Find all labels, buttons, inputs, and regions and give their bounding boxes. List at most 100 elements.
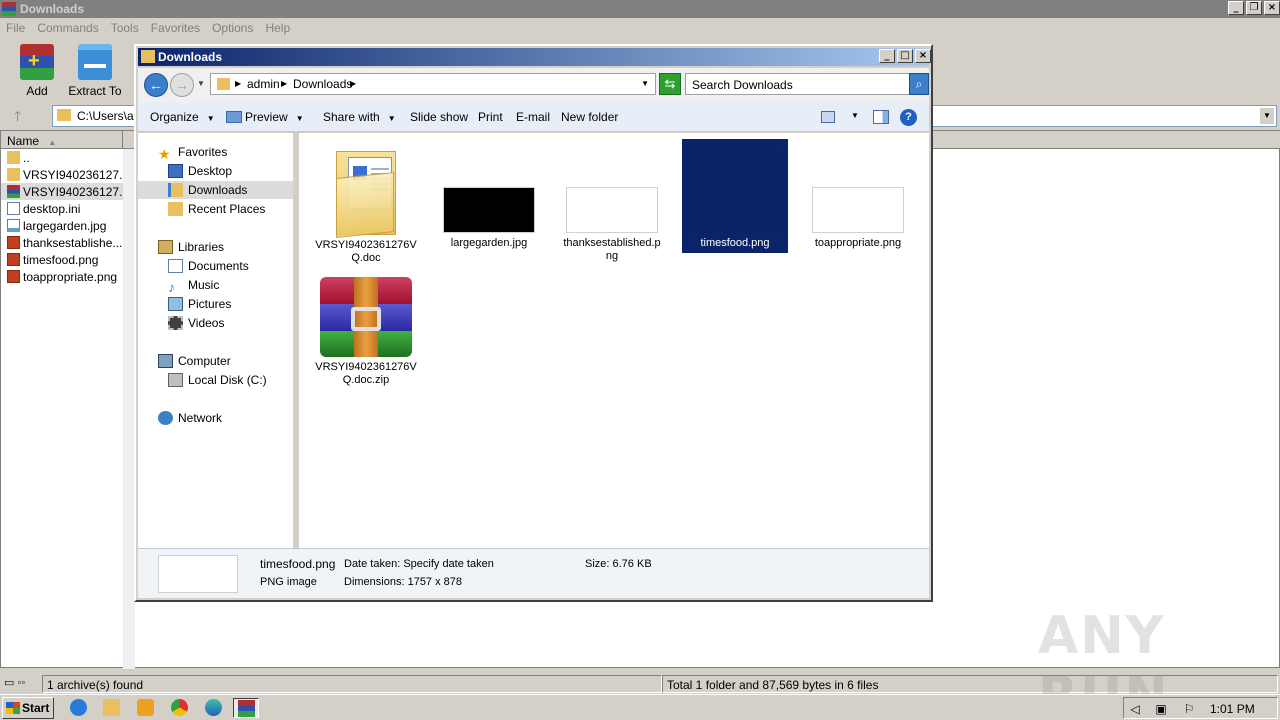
print-button[interactable]: Print (478, 110, 503, 124)
list-item[interactable]: toappropriate.png (1, 268, 123, 285)
nav-pictures[interactable]: Pictures (168, 295, 231, 313)
back-button[interactable]: ← (144, 73, 168, 97)
slide-show-button[interactable]: Slide show (410, 110, 468, 124)
folder-icon (141, 50, 155, 63)
nav-network[interactable]: Network (158, 409, 222, 427)
share-label: Share with (323, 110, 380, 124)
explorer-command-bar: Organize ▼ Preview ▼ Share with ▼ Slide sho… (138, 102, 929, 132)
file-tile[interactable]: VRSYI9402361276VQ.doc.zip (313, 277, 419, 387)
chevron-down-icon[interactable]: ▼ (851, 111, 859, 120)
taskbar-explorer[interactable] (99, 698, 125, 718)
folder-icon (103, 699, 120, 716)
list-item[interactable]: VRSYI940236127... (1, 166, 123, 183)
minimize-button[interactable]: _ (1228, 1, 1244, 15)
image-thumbnail (158, 555, 238, 593)
nav-recent-label: Recent Places (188, 202, 266, 216)
details-date-taken[interactable]: Date taken: Specify date taken (344, 558, 494, 570)
file-tile-selected[interactable]: timesfood.png (682, 139, 788, 253)
taskbar-chrome[interactable] (167, 698, 193, 718)
file-tile[interactable]: toappropriate.png (805, 139, 911, 250)
minimize-button[interactable]: _ (879, 49, 895, 63)
clock[interactable]: 1:01 PM (1210, 702, 1255, 716)
close-button[interactable]: × (915, 49, 931, 63)
nav-local-disk[interactable]: Local Disk (C:) (168, 371, 267, 389)
nav-libraries[interactable]: Libraries (158, 238, 224, 256)
column-name[interactable]: Name ▲ (1, 131, 123, 149)
folder-icon (330, 139, 402, 239)
preview-button[interactable]: Preview ▼ (226, 110, 304, 124)
action-center-flag-icon[interactable]: ⚐ (1182, 702, 1196, 716)
computer-icon (158, 354, 173, 368)
share-with-button[interactable]: Share with ▼ (323, 110, 396, 124)
refresh-button[interactable]: ⇆ (659, 73, 681, 95)
new-folder-button[interactable]: New folder (561, 110, 618, 124)
nav-computer[interactable]: Computer (158, 352, 231, 370)
nav-documents[interactable]: Documents (168, 257, 249, 275)
explorer-title-bar: Downloads _ □ × (138, 48, 931, 66)
email-button[interactable]: E-mail (516, 110, 550, 124)
list-item[interactable]: VRSYI940236127... (1, 183, 123, 200)
chevron-down-icon[interactable]: ▼ (1260, 108, 1274, 124)
image-icon (7, 236, 20, 249)
change-view-icon[interactable] (821, 111, 835, 123)
file-tile[interactable]: thanksestablished.png (559, 139, 665, 263)
speaker-icon[interactable]: ◁ (1128, 702, 1142, 716)
restore-button[interactable]: ❐ (1246, 1, 1262, 15)
maximize-button[interactable]: □ (897, 49, 913, 63)
network-tray-icon[interactable]: ▣ (1154, 702, 1168, 716)
menu-commands[interactable]: Commands (31, 18, 104, 38)
menu-favorites[interactable]: Favorites (145, 18, 206, 38)
file-tile[interactable]: largegarden.jpg (436, 139, 542, 250)
list-item[interactable]: timesfood.png (1, 251, 123, 268)
nav-libraries-label: Libraries (178, 240, 225, 254)
start-button[interactable]: Start (2, 697, 54, 719)
list-item[interactable]: desktop.ini (1, 200, 123, 217)
breadcrumb[interactable]: ▶ admin ▶ Downloads ▶ ▼ (210, 73, 656, 95)
list-item[interactable]: .. (1, 149, 123, 166)
search-icon[interactable]: ⌕ (909, 73, 929, 95)
extract-to-button[interactable]: Extract To (68, 44, 122, 98)
preview-pane-icon[interactable] (873, 110, 889, 124)
nav-recent-places[interactable]: Recent Places (168, 200, 265, 218)
taskbar-edge[interactable] (201, 698, 227, 718)
file-name: timesfood.png (700, 237, 770, 249)
search-input[interactable]: Search Downloads (685, 73, 910, 95)
chevron-right-icon[interactable]: ▶ (350, 79, 356, 88)
forward-button[interactable]: → (170, 73, 194, 97)
details-pane: timesfood.png PNG image Date taken: Spec… (138, 548, 929, 598)
list-item[interactable]: thanksestablishe... (1, 234, 123, 251)
organize-button[interactable]: Organize ▼ (150, 110, 215, 124)
taskbar: Start ◁ ▣ ⚐ 1:01 PM (0, 694, 1280, 720)
internet-explorer-icon (70, 699, 87, 716)
breadcrumb-downloads[interactable]: Downloads (293, 77, 352, 91)
chevron-down-icon: ▼ (206, 114, 215, 123)
file-tile[interactable]: VRSYI9402361276VQ.doc (313, 139, 419, 265)
list-item-label: timesfood.png (23, 253, 99, 267)
menu-file[interactable]: File (0, 18, 31, 38)
breadcrumb-admin[interactable]: admin (247, 77, 280, 91)
menu-help[interactable]: Help (259, 18, 296, 38)
help-icon[interactable]: ? (900, 109, 917, 126)
list-item[interactable]: largegarden.jpg (1, 217, 123, 234)
add-button[interactable]: Add (10, 44, 64, 98)
taskbar-internet-explorer[interactable] (66, 698, 92, 718)
edge-icon (205, 699, 222, 716)
up-arrow-icon[interactable]: 🡑 (14, 106, 21, 130)
chevron-down-icon[interactable]: ▼ (641, 79, 649, 88)
menu-tools[interactable]: Tools (105, 18, 145, 38)
drive-lock-icon[interactable]: ▭ ◦◦ (4, 676, 25, 689)
nav-desktop[interactable]: Desktop (168, 162, 232, 180)
nav-favorites[interactable]: ★ Favorites (158, 143, 227, 161)
nav-music[interactable]: ♪ Music (168, 276, 219, 294)
nav-downloads[interactable]: Downloads (138, 181, 293, 199)
taskbar-winrar[interactable] (233, 698, 259, 718)
taskbar-media-player[interactable] (133, 698, 159, 718)
close-button[interactable]: × (1264, 1, 1280, 15)
winrar-icon (238, 700, 255, 717)
chevron-right-icon[interactable]: ▶ (281, 79, 287, 88)
nav-videos[interactable]: Videos (168, 314, 224, 332)
folder-icon (217, 78, 230, 90)
menu-options[interactable]: Options (206, 18, 259, 38)
history-dropdown-icon[interactable]: ▼ (197, 79, 205, 88)
chevron-right-icon[interactable]: ▶ (235, 79, 241, 88)
